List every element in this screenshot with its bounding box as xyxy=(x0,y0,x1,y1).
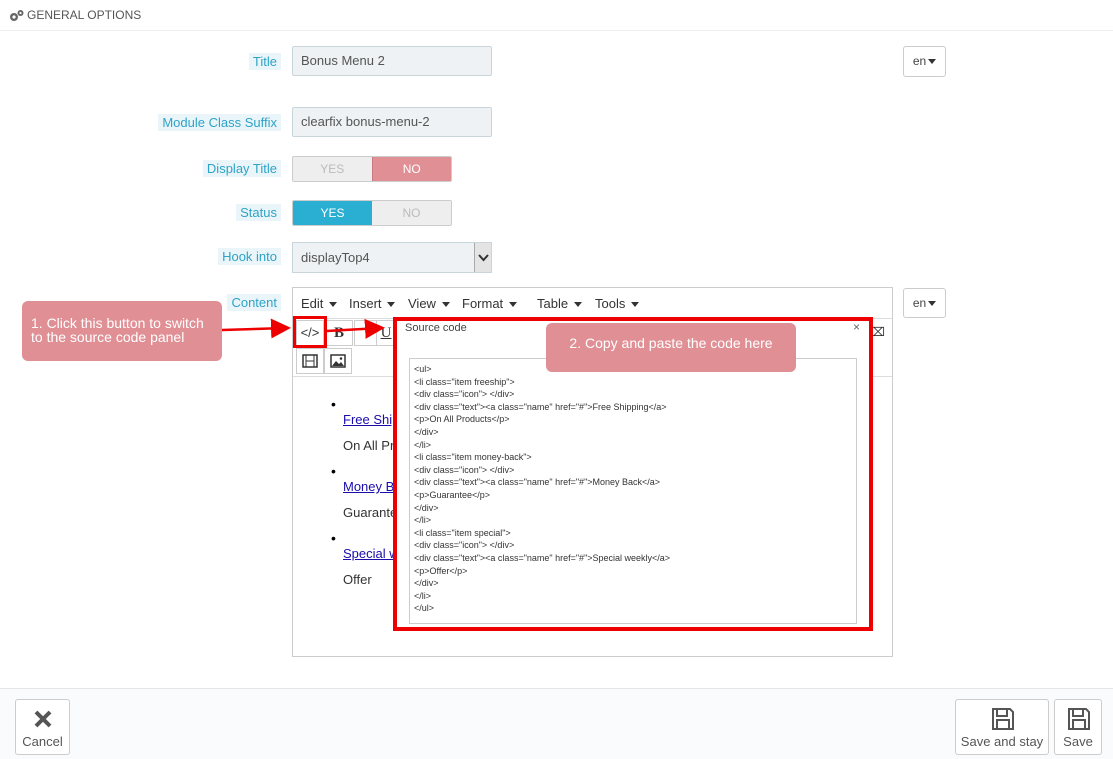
arrow-to-source-button xyxy=(221,318,291,339)
save-and-stay-button[interactable]: Save and stay xyxy=(955,699,1049,755)
cancel-label: Cancel xyxy=(22,734,63,749)
save-button[interactable]: Save xyxy=(1054,699,1102,755)
cancel-button[interactable]: Cancel xyxy=(15,699,70,755)
save-icon xyxy=(1068,708,1090,730)
save-and-stay-label: Save and stay xyxy=(960,734,1044,749)
save-label: Save xyxy=(1063,734,1093,749)
save-icon xyxy=(992,708,1014,730)
close-icon xyxy=(34,710,52,728)
annotation-arrows xyxy=(221,318,385,339)
arrow-to-source-dialog xyxy=(326,318,385,339)
form-footer: Cancel Save and stay Save xyxy=(0,688,1113,759)
